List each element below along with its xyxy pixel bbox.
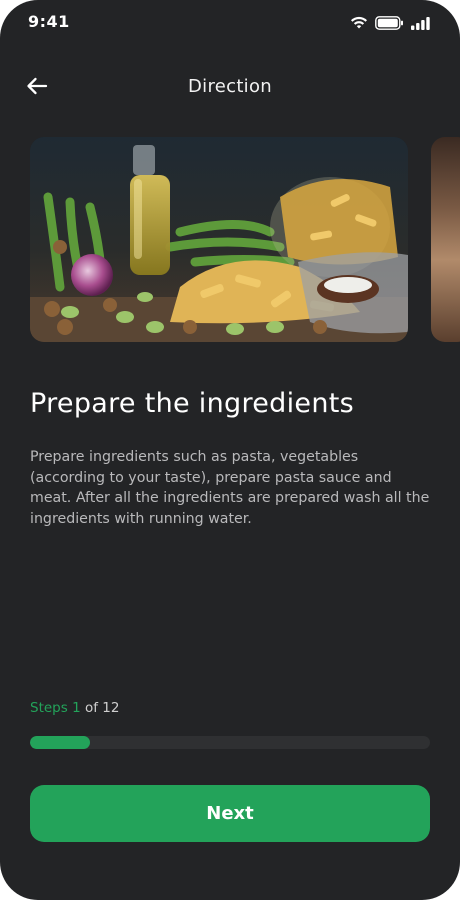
wifi-icon bbox=[350, 16, 368, 30]
step-title: Prepare the ingredients bbox=[30, 388, 354, 419]
steps-label-prefix: Steps bbox=[30, 700, 68, 716]
status-time: 9:41 bbox=[28, 12, 70, 31]
progress-bar bbox=[30, 736, 430, 749]
next-step-photo-preview[interactable] bbox=[431, 137, 460, 342]
progress-fill bbox=[30, 736, 90, 749]
image-carousel[interactable] bbox=[30, 137, 460, 342]
status-bar: 9:41 bbox=[0, 0, 460, 46]
page-title: Direction bbox=[187, 76, 273, 97]
status-icons bbox=[350, 14, 430, 32]
step-description: Prepare ingredients such as pasta, veget… bbox=[30, 449, 430, 527]
pasta-ingredients-photo bbox=[30, 137, 408, 342]
steps-total: of 12 bbox=[84, 700, 120, 716]
phone-screen: 9:41 Direction Prepare the ingredients P… bbox=[0, 0, 460, 900]
signal-icon bbox=[411, 16, 430, 30]
steps-current: 1 bbox=[72, 700, 81, 716]
steps-counter: Steps 1 of 12 bbox=[30, 700, 119, 716]
header: Direction bbox=[0, 66, 460, 110]
next-button[interactable]: Next bbox=[30, 785, 430, 842]
battery-icon bbox=[375, 16, 404, 30]
